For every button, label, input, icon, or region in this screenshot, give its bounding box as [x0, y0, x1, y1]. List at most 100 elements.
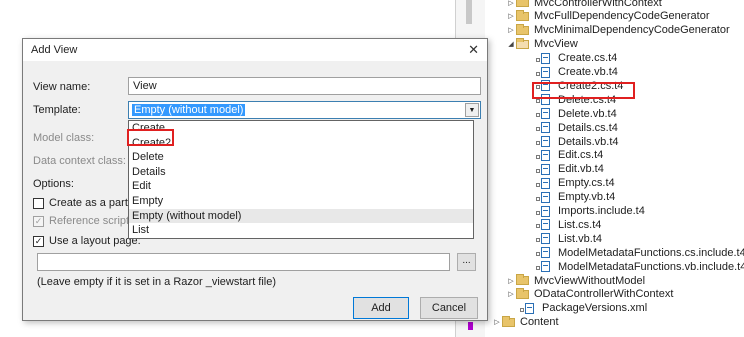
- tree-item-label: List.cs.t4: [558, 218, 602, 231]
- tree-item-label: Edit.cs.t4: [558, 149, 604, 162]
- collapsed-arrow-icon[interactable]: ▷: [506, 26, 516, 34]
- options-label: Options:: [33, 178, 74, 190]
- collapsed-arrow-icon[interactable]: ▷: [506, 0, 516, 7]
- t4-file-icon: [536, 233, 554, 245]
- tree-folder[interactable]: ▷ MvcMinimalDependencyCodeGenerator: [506, 23, 730, 37]
- tree-item-label: ModelMetadataFunctions.vb.include.t4: [558, 260, 744, 273]
- tree-item-label: List.vb.t4: [558, 232, 603, 245]
- document-icon: [541, 233, 550, 245]
- tree-file[interactable]: Details.vb.t4: [536, 135, 619, 148]
- tree-folder[interactable]: ▷ Content: [492, 315, 559, 329]
- chevron-down-icon[interactable]: ▼: [465, 103, 479, 117]
- browse-button[interactable]: ...: [457, 253, 476, 271]
- template-dropdown-list: Create Create2 Delete Details Edit Empty Empty…: [128, 120, 474, 239]
- t4-file-icon: [536, 191, 554, 203]
- add-view-dialog: Add View ✕ View name: View Template: Emp…: [22, 38, 488, 321]
- tree-file[interactable]: List.vb.t4: [536, 232, 602, 245]
- tree-item-label: Empty.cs.t4: [558, 177, 615, 190]
- tree-file[interactable]: Create.cs.t4: [536, 52, 617, 65]
- tree-folder[interactable]: ▷ ODataControllerWithContext: [506, 287, 673, 301]
- layout-page-input[interactable]: [37, 253, 450, 271]
- t4-file-icon: [536, 122, 554, 134]
- tree-item-label: MvcControllerWithContext: [534, 0, 662, 9]
- lock-icon: [536, 71, 540, 76]
- template-select[interactable]: Empty (without model) ▼: [128, 101, 481, 119]
- tree-folder[interactable]: ▷ MvcViewWithoutModel: [506, 274, 645, 287]
- lock-icon: [536, 141, 540, 145]
- add-button[interactable]: Add: [353, 297, 409, 319]
- t4-file-icon: [536, 219, 554, 231]
- tree-file[interactable]: Edit.vb.t4: [536, 163, 604, 176]
- layout-page-label: Use a layout page:: [49, 235, 141, 247]
- tree-file[interactable]: ModelMetadataFunctions.cs.include.t4: [536, 246, 744, 259]
- tree-file[interactable]: Empty.cs.t4: [536, 177, 615, 190]
- folder-icon: [516, 287, 529, 299]
- partial-view-checkbox[interactable]: [33, 197, 44, 209]
- tree-folder[interactable]: ▷ MvcFullDependencyCodeGenerator: [506, 9, 709, 23]
- tree-item-label: Create.vb.t4: [558, 66, 618, 78]
- t4-file-icon: [536, 149, 554, 161]
- dropdown-item[interactable]: List: [129, 223, 473, 238]
- tree-file[interactable]: Edit.cs.t4: [536, 149, 603, 162]
- lock-icon: [536, 57, 540, 62]
- model-class-label: Model class:: [33, 132, 95, 144]
- view-name-input[interactable]: View: [128, 77, 481, 95]
- tree-item-label: Create.cs.t4: [558, 52, 618, 65]
- highlight-box: [532, 82, 635, 99]
- dropdown-item[interactable]: Delete: [129, 150, 473, 165]
- partial-view-label: Create as a partial: [49, 197, 139, 209]
- close-icon[interactable]: ✕: [468, 42, 479, 58]
- folder-icon: [516, 274, 529, 285]
- dropdown-item[interactable]: Empty (without model): [129, 208, 473, 224]
- lock-icon: [536, 252, 540, 257]
- solution-explorer-tree: ▷ MvcControllerWithContext ▷ MvcFullDepende…: [490, 0, 744, 337]
- expanded-arrow-icon[interactable]: ◢: [506, 40, 516, 48]
- document-icon: [541, 247, 550, 259]
- layout-page-checkbox[interactable]: ✓: [33, 235, 44, 247]
- folder-icon: [516, 37, 529, 49]
- tree-file[interactable]: List.cs.t4: [536, 218, 601, 231]
- t4-file-icon: [536, 163, 554, 175]
- t4-file-icon: [536, 136, 554, 147]
- t4-file-icon: [536, 177, 554, 189]
- tree-item-label: Imports.include.t4: [558, 205, 645, 217]
- tree-file[interactable]: Details.cs.t4: [536, 121, 618, 134]
- dropdown-item[interactable]: Create2: [129, 136, 473, 151]
- document-icon: [541, 52, 550, 64]
- t4-file-icon: [536, 52, 554, 64]
- tree-file[interactable]: PackageVersions.xml: [520, 302, 647, 315]
- reference-scripts-checkbox: ✓: [33, 215, 44, 227]
- collapsed-arrow-icon[interactable]: ▷: [492, 318, 502, 326]
- tree-file[interactable]: ModelMetadataFunctions.vb.include.t4: [536, 260, 744, 273]
- xml-file-icon: [520, 302, 538, 314]
- dropdown-item[interactable]: Create: [129, 121, 473, 136]
- partial-view-option[interactable]: Create as a partial: [33, 197, 139, 209]
- tree-folder[interactable]: ▷ MvcControllerWithContext: [506, 0, 662, 9]
- lock-icon: [536, 154, 540, 159]
- document-icon: [541, 205, 550, 217]
- dropdown-item[interactable]: Edit: [129, 179, 473, 194]
- collapsed-arrow-icon[interactable]: ▷: [506, 290, 516, 298]
- tree-item-label: Delete.vb.t4: [558, 107, 617, 120]
- t4-file-icon: [536, 66, 554, 78]
- tree-file[interactable]: Create.vb.t4: [536, 66, 618, 79]
- lock-icon: [536, 127, 540, 132]
- tree-file[interactable]: Imports.include.t4: [536, 205, 645, 218]
- tree-folder[interactable]: ◢ MvcView: [506, 37, 578, 51]
- dropdown-item[interactable]: Details: [129, 165, 473, 180]
- template-selected-value: Empty (without model): [132, 104, 246, 116]
- t4-file-icon: [536, 205, 554, 217]
- collapsed-arrow-icon[interactable]: ▷: [506, 277, 516, 285]
- document-icon: [541, 108, 550, 120]
- document-icon: [541, 177, 550, 189]
- tree-item-label: MvcViewWithoutModel: [534, 274, 646, 287]
- layout-page-option[interactable]: ✓ Use a layout page:: [33, 235, 141, 247]
- tree-item-label: ModelMetadataFunctions.cs.include.t4: [558, 246, 744, 259]
- collapsed-arrow-icon[interactable]: ▷: [506, 12, 516, 20]
- gutter-scroll-thumb[interactable]: [466, 0, 472, 24]
- cancel-button[interactable]: Cancel: [420, 297, 478, 319]
- dialog-title: Add View: [31, 44, 78, 56]
- dropdown-item[interactable]: Empty: [129, 194, 473, 209]
- tree-file[interactable]: Delete.vb.t4: [536, 107, 617, 120]
- tree-file[interactable]: Empty.vb.t4: [536, 191, 615, 204]
